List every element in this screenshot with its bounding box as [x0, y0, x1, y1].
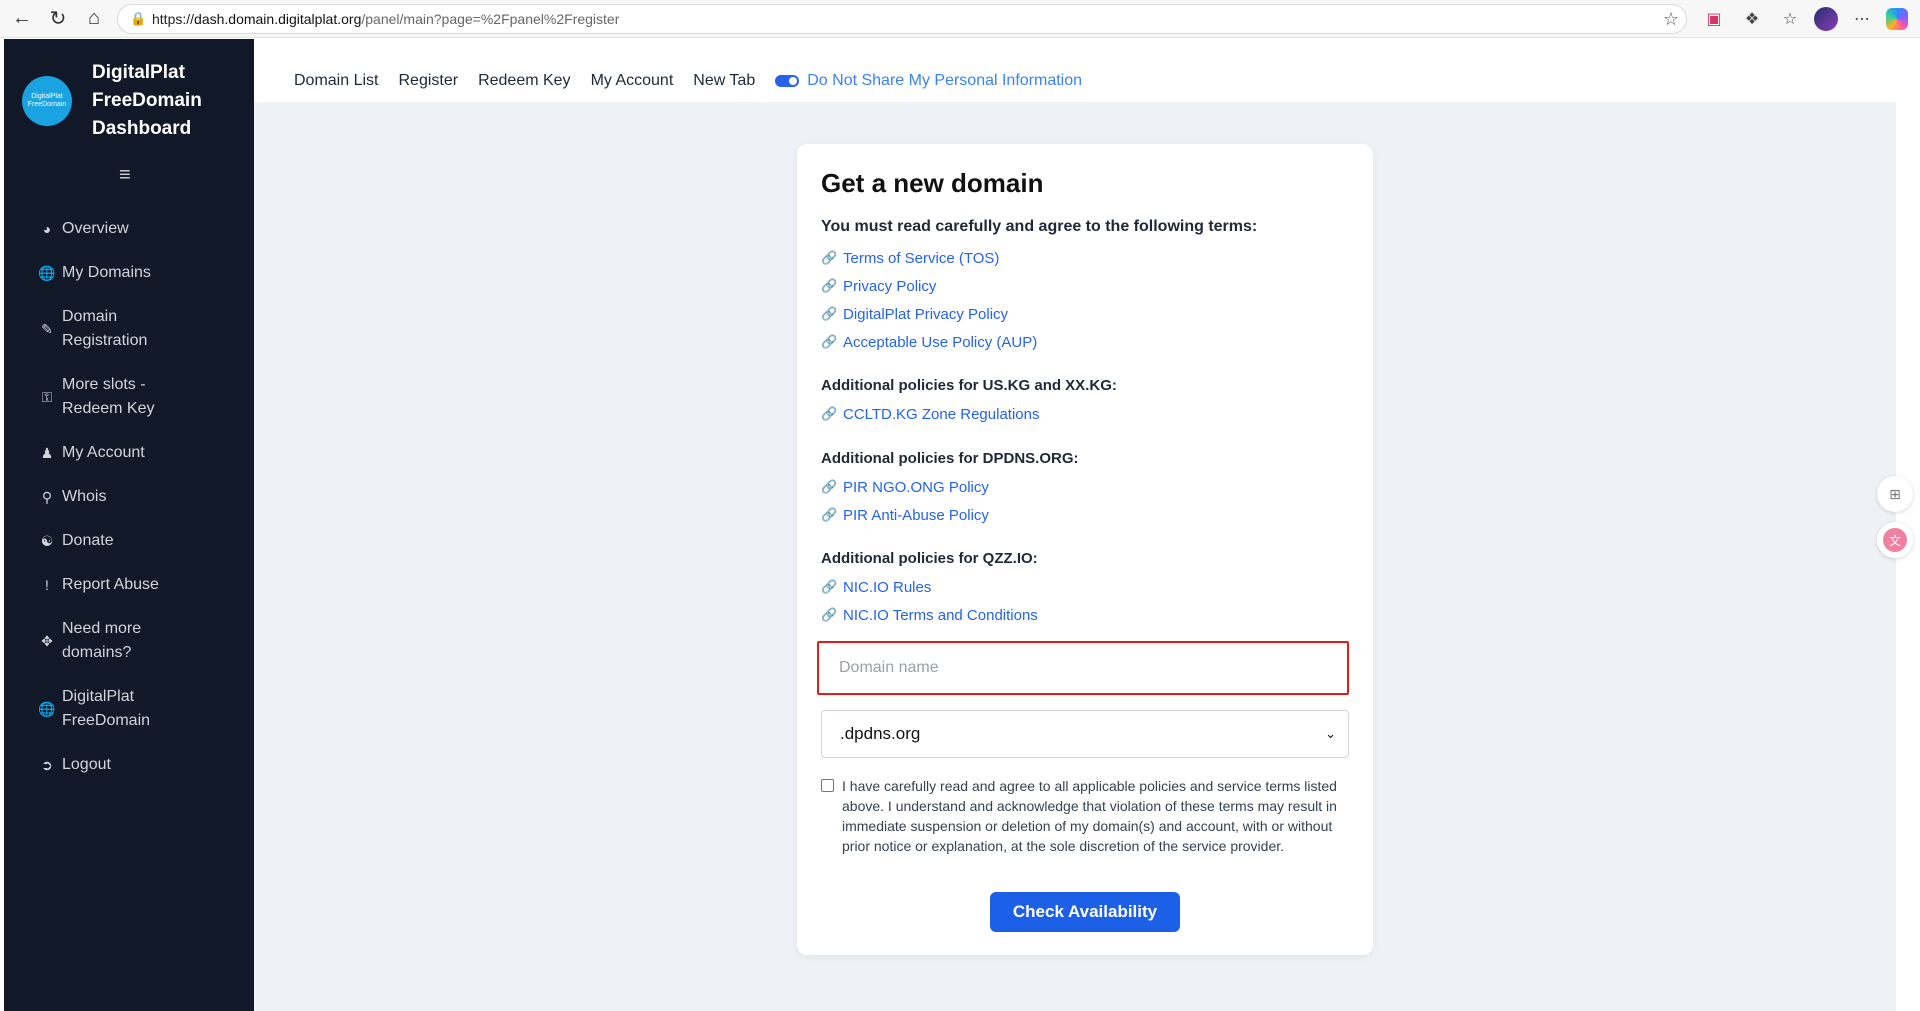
extension-icon[interactable]: ▣ — [1700, 5, 1728, 33]
home-icon[interactable]: ⌂ — [76, 1, 112, 37]
link-icon: 🔗 — [821, 607, 838, 622]
card-title: Get a new domain — [821, 168, 1044, 198]
link-nic-io-terms[interactable]: 🔗 NIC.IO Terms and Conditions — [821, 601, 1341, 629]
sidebar-item-redeem-key[interactable]: ⚿ More slots - Redeem Key — [38, 373, 238, 421]
favorite-star-icon[interactable]: ☆ — [1656, 9, 1686, 30]
link-icon: 🔗 — [821, 250, 838, 265]
translate-float[interactable]: 文 — [1877, 522, 1913, 558]
logout-icon: ➲ — [41, 757, 53, 773]
link-aup[interactable]: 🔗 Acceptable Use Policy (AUP) — [821, 328, 1341, 356]
agree-checkbox[interactable] — [821, 779, 834, 792]
globe-icon: 🌐 — [38, 701, 56, 717]
brand[interactable]: DigitalPlat FreeDomain DigitalPlat FreeD… — [22, 59, 202, 143]
brand-title: DigitalPlat FreeDomain Dashboard — [92, 62, 202, 139]
section-qzz-title: Additional policies for QZZ.IO: — [821, 550, 1038, 567]
puzzle-icon[interactable]: ❖ — [1738, 5, 1766, 33]
sidebar-item-my-account[interactable]: ♟ My Account — [38, 441, 238, 465]
nav-redeem-key[interactable]: Redeem Key — [478, 72, 571, 90]
more-icon[interactable]: ⋯ — [1848, 5, 1876, 33]
profile-avatar[interactable] — [1814, 7, 1838, 31]
sidebar-item-overview[interactable]: ◕ Overview — [38, 217, 238, 241]
link-pir-anti-abuse[interactable]: 🔗 PIR Anti-Abuse Policy — [821, 501, 1341, 529]
section-dpdns-title: Additional policies for DPDNS.ORG: — [821, 450, 1079, 467]
sidebar-item-need-more-domains[interactable]: ✥ Need more domains? — [38, 617, 238, 665]
nav-my-account[interactable]: My Account — [591, 72, 674, 90]
agree-terms: I have carefully read and agree to all a… — [821, 776, 1349, 856]
search-icon: ⚲ — [41, 489, 53, 505]
link-icon: 🔗 — [821, 507, 838, 522]
edit-icon: ✎ — [41, 321, 53, 337]
dpdns-policy-links: 🔗 PIR NGO.ONG Policy 🔗 PIR Anti-Abuse Poli… — [821, 473, 1341, 529]
sidebar-item-report-abuse[interactable]: ! Report Abuse — [38, 573, 238, 597]
kg-policy-links: 🔗 CCLTD.KG Zone Regulations — [821, 400, 1341, 428]
donate-icon: ☯ — [40, 533, 54, 549]
hamburger-menu-icon[interactable]: ≡ — [119, 164, 131, 187]
globe-icon: 🌐 — [38, 265, 56, 281]
chevron-down-icon: ⌄ — [1325, 726, 1336, 741]
sidebar-item-digitalplat-freedomain[interactable]: 🌐 DigitalPlat FreeDomain — [38, 685, 238, 733]
browser-extensions: ▣ ❖ ☆ ⋯ — [1700, 0, 1920, 38]
link-icon: 🔗 — [821, 479, 838, 494]
sidebar-item-my-domains[interactable]: 🌐 My Domains — [38, 261, 238, 285]
address-bar[interactable]: 🔒 https://dash.domain.digitalplat.org/pa… — [117, 4, 1687, 34]
reload-icon[interactable]: ↻ — [40, 1, 76, 37]
nav-register[interactable]: Register — [398, 72, 458, 90]
link-icon: 🔗 — [821, 278, 838, 293]
exclamation-icon: ! — [45, 577, 49, 593]
terms-lead: You must read carefully and agree to the… — [821, 218, 1258, 235]
privacy-toggle-icon — [775, 74, 800, 87]
sidebar-item-domain-registration[interactable]: ✎ Domain Registration — [38, 305, 238, 353]
qzz-policy-links: 🔗 NIC.IO Rules 🔗 NIC.IO Terms and Conditio… — [821, 573, 1341, 629]
tld-select[interactable]: .dpdns.org ⌄ — [821, 710, 1349, 758]
dashboard-icon: ◕ — [42, 221, 52, 237]
apps-add-icon[interactable]: ⊞ — [1877, 476, 1913, 512]
privacy-choices-link[interactable]: Do Not Share My Personal Information — [775, 72, 1082, 90]
back-icon[interactable]: ← — [4, 1, 40, 37]
sidebar: DigitalPlat FreeDomain DigitalPlat FreeD… — [4, 39, 254, 1011]
top-navigation: Domain List Register Redeem Key My Accou… — [274, 59, 1896, 102]
brand-logo: DigitalPlat FreeDomain — [22, 76, 72, 126]
link-ccltd-kg[interactable]: 🔗 CCLTD.KG Zone Regulations — [821, 400, 1341, 428]
link-privacy-policy[interactable]: 🔗 Privacy Policy — [821, 272, 1341, 300]
section-kg-title: Additional policies for US.KG and XX.KG: — [821, 377, 1117, 394]
domain-name-input[interactable] — [817, 641, 1349, 695]
link-icon: 🔗 — [821, 306, 838, 321]
key-icon: ⚿ — [41, 389, 53, 405]
check-availability-button[interactable]: Check Availability — [990, 892, 1180, 932]
sidebar-menu: ◕ Overview 🌐 My Domains ✎ Domain Registra… — [38, 217, 238, 797]
link-tos[interactable]: 🔗 Terms of Service (TOS) — [821, 244, 1341, 272]
nav-new-tab[interactable]: New Tab — [693, 72, 755, 90]
agree-text: I have carefully read and agree to all a… — [842, 778, 1337, 854]
favorites-icon[interactable]: ☆ — [1776, 5, 1804, 33]
lock-icon: 🔒 — [130, 11, 147, 26]
copilot-icon[interactable] — [1886, 8, 1908, 30]
link-nic-io-rules[interactable]: 🔗 NIC.IO Rules — [821, 573, 1341, 601]
nav-domain-list[interactable]: Domain List — [294, 72, 378, 90]
link-digitalplat-privacy[interactable]: 🔗 DigitalPlat Privacy Policy — [821, 300, 1341, 328]
link-icon: 🔗 — [821, 334, 838, 349]
sidebar-item-donate[interactable]: ☯ Donate — [38, 529, 238, 553]
move-icon: ✥ — [41, 633, 53, 649]
link-icon: 🔗 — [821, 579, 838, 594]
link-pir-ngo[interactable]: 🔗 PIR NGO.ONG Policy — [821, 473, 1341, 501]
register-card: Get a new domain You must read carefully… — [797, 144, 1373, 955]
sidebar-item-whois[interactable]: ⚲ Whois — [38, 485, 238, 509]
link-icon: 🔗 — [821, 406, 838, 421]
url-text: https://dash.domain.digitalplat.org/pane… — [152, 11, 620, 27]
user-icon: ♟ — [40, 445, 54, 461]
translate-icon: 文 — [1883, 528, 1907, 552]
sidebar-item-logout[interactable]: ➲ Logout — [38, 753, 238, 777]
main-policy-links: 🔗 Terms of Service (TOS) 🔗 Privacy Policy … — [821, 244, 1341, 356]
browser-toolbar: ← ↻ ⌂ 🔒 https://dash.domain.digitalplat.… — [0, 0, 1920, 38]
